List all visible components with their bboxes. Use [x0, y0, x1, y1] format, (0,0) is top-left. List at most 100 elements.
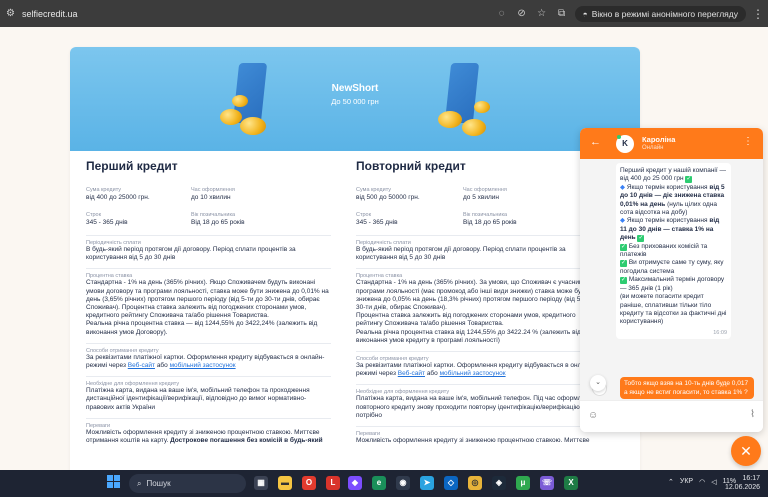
- advantages-text: Можливість оформлення кредиту зі знижено…: [86, 429, 331, 445]
- message-time: 16:09: [713, 329, 727, 336]
- coin-icon: [220, 109, 242, 125]
- product-card: NewShort До 50 000 грн Перший кредит Сум…: [70, 47, 640, 470]
- opera-icon[interactable]: O: [302, 476, 316, 490]
- back-arrow-icon[interactable]: ←: [590, 136, 601, 148]
- scroll-down-button[interactable]: ⌄: [590, 375, 606, 391]
- chat-widget: ← K Каролiна Онлайн ⋮ Перший кредит у на…: [580, 128, 763, 432]
- msg-intro: Перший кредит у нашій компанії — від 400…: [620, 167, 727, 184]
- emoji-icon[interactable]: ☺: [588, 410, 598, 421]
- taskbar: ⌕ Пошук ▦ ▬ O L ◆ e ◉ ➤ ◇ ◎ ◈ μ ☏ X ⌃ УК…: [0, 470, 768, 497]
- age-value: Від 18 до 65 років: [191, 219, 245, 226]
- check-icon: ✓: [620, 260, 627, 268]
- divider: [86, 376, 331, 378]
- receive-mid: або: [426, 370, 438, 378]
- check-icon: ✓: [620, 277, 627, 285]
- msg-check-3: ✓ Максимальний термін договору — 365 дні…: [620, 276, 727, 293]
- chevron-up-icon[interactable]: ⌃: [668, 478, 674, 486]
- volume-icon[interactable]: ◁: [711, 478, 716, 486]
- browser-toolbar: ⚙ selfiecredit.ua ◌ ⊘ ☆ ⧉ ◓ Вікно в режи…: [0, 0, 768, 27]
- repeat-credit-column: Повторний кредит Сума кредиту від 500 до…: [356, 159, 601, 445]
- divider: [356, 268, 601, 270]
- task-view-icon[interactable]: ▦: [254, 476, 268, 490]
- divider: [356, 235, 601, 236]
- amount-value: від 500 до 50000 грн.: [356, 194, 420, 201]
- site-info-icon[interactable]: ⚙: [6, 8, 16, 19]
- check-icon: ✓: [637, 235, 645, 243]
- app-l-icon[interactable]: L: [326, 476, 340, 490]
- first-credit-column: Перший кредит Сума кредиту від 400 до 25…: [86, 159, 331, 445]
- needed-text: Платіжна карта, видана на ваше ім'я, моб…: [356, 395, 596, 419]
- close-chat-button[interactable]: ✕: [731, 436, 761, 466]
- hero-title: NewShort: [331, 83, 379, 94]
- app-generic-icon[interactable]: ◈: [492, 476, 506, 490]
- period-text: В будь-який період протягом дії договору…: [86, 246, 296, 262]
- amount-label: Сума кредиту: [356, 187, 392, 193]
- mobile-app-link[interactable]: мобільний застосунок: [170, 362, 236, 369]
- check-icon: ✓: [620, 243, 627, 251]
- msg-bullet-1: ◆ Якщо термін користування від 5 до 10 д…: [620, 184, 727, 218]
- wifi-icon[interactable]: ◠: [699, 478, 705, 486]
- msg-intro-text: Перший кредит у нашій компанії — від 400…: [620, 167, 726, 183]
- eye-off-icon[interactable]: ◌: [495, 8, 509, 19]
- excel-icon[interactable]: X: [564, 476, 578, 490]
- attachment-icon[interactable]: ⌇: [750, 409, 755, 420]
- chat-messages: Перший кредит у нашій компанії — від 400…: [580, 159, 763, 400]
- coin-icon: [438, 111, 462, 128]
- chat-input-bar: ☺ ⌇: [580, 400, 763, 432]
- agent-name: Каролiна: [642, 135, 676, 144]
- website-link[interactable]: Веб-сайт: [398, 370, 425, 377]
- star-icon[interactable]: ☆: [535, 8, 549, 19]
- msg-check-1: ✓ Без прихованих комісій та платежів: [620, 243, 727, 260]
- windows-start-icon[interactable]: [107, 475, 121, 489]
- browser-menu-icon[interactable]: ⋮: [752, 7, 764, 21]
- receive-text: За реквізитами платіжної картки. Оформле…: [356, 362, 601, 378]
- camera-icon[interactable]: ◉: [396, 476, 410, 490]
- rate-real-text: Реальна річна процентна ставка від 1244,…: [356, 328, 581, 344]
- online-indicator: [617, 135, 621, 139]
- first-credit-title: Перший кредит: [86, 159, 178, 173]
- check-icon: ✓: [685, 176, 693, 184]
- website-link[interactable]: Веб-сайт: [128, 362, 155, 369]
- hero-banner: NewShort До 50 000 грн: [70, 47, 640, 151]
- telegram-icon[interactable]: ➤: [420, 476, 434, 490]
- incognito-badge[interactable]: ◓ Вікно в режимі анонімного перегляду: [574, 5, 746, 22]
- torrent-icon[interactable]: μ: [516, 476, 530, 490]
- msg-tail: (ви можете погасити кредит раніше, сплат…: [620, 293, 727, 326]
- copilot-icon[interactable]: ◆: [348, 476, 362, 490]
- mobile-app-link[interactable]: мобільний застосунок: [440, 370, 506, 377]
- clock-time: 16:17: [742, 475, 760, 482]
- viber-icon[interactable]: ☏: [540, 476, 554, 490]
- msg-bullet-2: ◆ Якщо термін користування від 11 до 30 …: [620, 217, 727, 243]
- rate-real-text: Реальна річна процентна ставка — від 124…: [86, 320, 318, 336]
- term-value: 345 - 365 днів: [86, 219, 128, 226]
- language-indicator[interactable]: УКР: [680, 478, 693, 486]
- advantages-bold: Дострокове погашення без комісій в будь-…: [170, 437, 323, 445]
- extensions-icon[interactable]: ⧉: [555, 8, 569, 19]
- msg-check-2: ✓ Ви отримуєте саме ту суму, яку погодил…: [620, 259, 727, 276]
- coin-icon: [240, 117, 266, 135]
- clock-date: 12.06.2026: [724, 484, 760, 491]
- tracking-icon[interactable]: ⊘: [515, 8, 529, 19]
- divider: [86, 342, 331, 344]
- divider: [86, 268, 331, 270]
- message-input[interactable]: [604, 410, 734, 422]
- taskbar-search[interactable]: ⌕ Пошук: [129, 474, 246, 493]
- address-bar[interactable]: selfiecredit.ua: [22, 9, 78, 19]
- dropbox-icon[interactable]: ◇: [444, 476, 458, 490]
- file-explorer-icon[interactable]: ▬: [278, 476, 292, 490]
- term-label: Строк: [356, 212, 372, 218]
- rate-text: Стандартна - 1% на день (365% річних). З…: [356, 279, 599, 312]
- time-label: Час оформлення: [463, 187, 507, 193]
- msg-c3: Максимальний термін договору — 365 днів …: [620, 276, 725, 292]
- clock[interactable]: 16:17 12.06.2026: [725, 474, 760, 492]
- more-options-icon[interactable]: ⋮: [743, 136, 753, 147]
- receive-mid: або: [156, 362, 168, 370]
- term-label: Строк: [86, 212, 102, 218]
- edge-icon[interactable]: e: [372, 476, 386, 490]
- chrome-icon[interactable]: ◎: [468, 476, 482, 490]
- divider: [86, 235, 331, 236]
- user-message: Тобто якщо взяв на 10-ть днів буде 0,017…: [620, 377, 754, 399]
- advantages-text: Можливість оформлення кредиту зі знижено…: [356, 437, 590, 445]
- msg-b2-pre: Якщо термін користування: [626, 217, 708, 225]
- coin-icon: [462, 119, 486, 136]
